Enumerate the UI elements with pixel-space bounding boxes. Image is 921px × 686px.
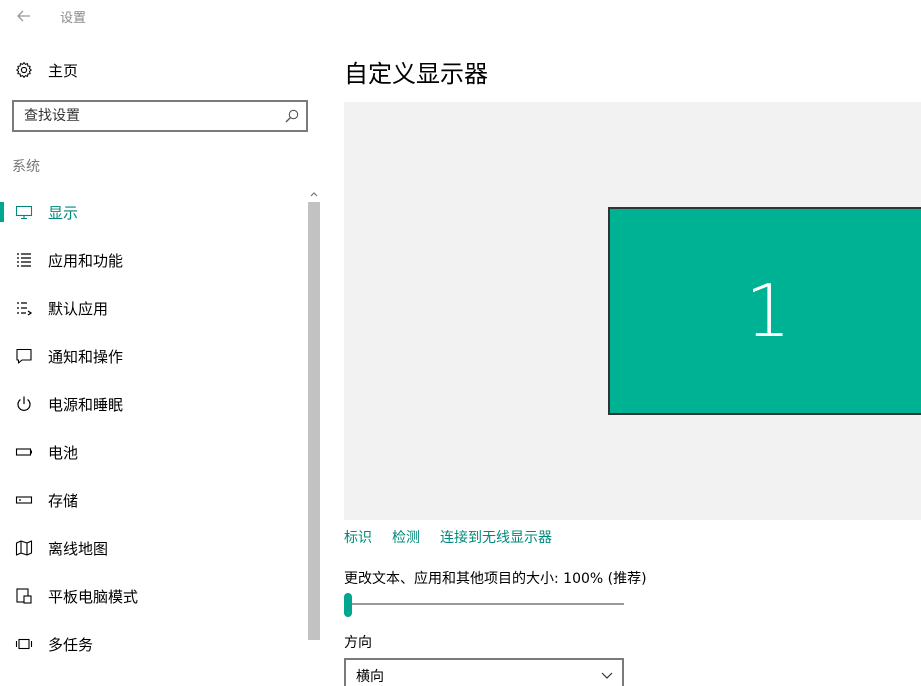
sidebar-item-label: 默认应用 bbox=[48, 300, 109, 318]
default-apps-icon bbox=[17, 302, 33, 316]
storage-icon bbox=[15, 496, 33, 504]
monitor-tile[interactable]: 1 bbox=[608, 207, 921, 415]
sidebar-item-power-sleep[interactable]: 电源和睡眠 bbox=[0, 380, 308, 428]
battery-icon bbox=[15, 448, 32, 456]
search-box[interactable] bbox=[12, 100, 308, 132]
app-list-icon bbox=[17, 253, 31, 267]
scale-slider[interactable] bbox=[344, 592, 624, 618]
map-icon bbox=[15, 540, 33, 556]
active-indicator bbox=[0, 202, 4, 222]
sidebar-item-label: 存储 bbox=[48, 492, 79, 510]
orientation-label: 方向 bbox=[344, 635, 372, 651]
detect-link[interactable]: 检测 bbox=[392, 527, 420, 547]
sidebar-item-label: 电池 bbox=[48, 444, 79, 462]
sidebar-item-multitasking[interactable]: 多任务 bbox=[0, 620, 308, 668]
sidebar: 主页 系统 显示 应用和功能 默认应用 bbox=[0, 32, 320, 686]
home-link[interactable]: 主页 bbox=[0, 54, 320, 86]
back-arrow-icon bbox=[17, 10, 30, 22]
sidebar-scrollbar-thumb[interactable] bbox=[308, 202, 320, 640]
chevron-up-icon bbox=[310, 192, 318, 197]
main-content: 自定义显示器 1 标识 检测 连接到无线显示器 更改文本、应用和其他项目的大小:… bbox=[344, 0, 921, 686]
wireless-display-link[interactable]: 连接到无线显示器 bbox=[440, 527, 552, 547]
gear-icon bbox=[16, 62, 32, 78]
sidebar-item-label: 通知和操作 bbox=[48, 348, 124, 366]
tablet-mode-icon bbox=[16, 588, 32, 604]
sidebar-item-label: 离线地图 bbox=[48, 540, 109, 558]
display-arrangement-area: 1 bbox=[344, 102, 921, 520]
scroll-up-button[interactable] bbox=[308, 188, 320, 200]
slider-track bbox=[344, 603, 624, 605]
power-icon bbox=[17, 396, 31, 411]
scale-label: 更改文本、应用和其他项目的大小: 100% (推荐) bbox=[344, 571, 647, 587]
sidebar-item-storage[interactable]: 存储 bbox=[0, 476, 308, 524]
search-icon[interactable] bbox=[284, 108, 300, 124]
monitor-icon bbox=[15, 205, 33, 220]
sidebar-item-default-apps[interactable]: 默认应用 bbox=[0, 284, 308, 332]
orientation-dropdown[interactable]: 横向 bbox=[344, 658, 624, 686]
home-label: 主页 bbox=[48, 62, 79, 80]
search-input[interactable] bbox=[14, 102, 276, 130]
section-header: 系统 bbox=[12, 159, 40, 175]
sidebar-item-label: 电源和睡眠 bbox=[48, 396, 124, 414]
page-title: 自定义显示器 bbox=[344, 60, 488, 88]
notification-icon bbox=[16, 348, 32, 364]
sidebar-item-offline-maps[interactable]: 离线地图 bbox=[0, 524, 308, 572]
sidebar-item-label: 多任务 bbox=[48, 636, 94, 654]
window-title: 设置 bbox=[60, 11, 87, 26]
multitask-icon bbox=[15, 638, 33, 650]
sidebar-item-display[interactable]: 显示 bbox=[0, 188, 308, 236]
sidebar-item-notifications[interactable]: 通知和操作 bbox=[0, 332, 308, 380]
sidebar-item-battery[interactable]: 电池 bbox=[0, 428, 308, 476]
sidebar-item-label: 应用和功能 bbox=[48, 252, 124, 270]
sidebar-item-label: 平板电脑模式 bbox=[48, 588, 139, 606]
back-button[interactable] bbox=[10, 4, 38, 28]
identify-link[interactable]: 标识 bbox=[344, 527, 372, 547]
sidebar-nav: 显示 应用和功能 默认应用 通知和操作 电源和睡眠 电池 存储 离线地图 平板电… bbox=[0, 188, 308, 668]
chevron-down-icon bbox=[601, 672, 613, 679]
slider-thumb[interactable] bbox=[344, 593, 352, 617]
display-links: 标识 检测 连接到无线显示器 bbox=[344, 527, 552, 547]
orientation-value: 横向 bbox=[356, 669, 384, 685]
monitor-number: 1 bbox=[745, 269, 791, 353]
sidebar-item-tablet-mode[interactable]: 平板电脑模式 bbox=[0, 572, 308, 620]
sidebar-item-apps-features[interactable]: 应用和功能 bbox=[0, 236, 308, 284]
sidebar-item-label: 显示 bbox=[48, 204, 79, 222]
